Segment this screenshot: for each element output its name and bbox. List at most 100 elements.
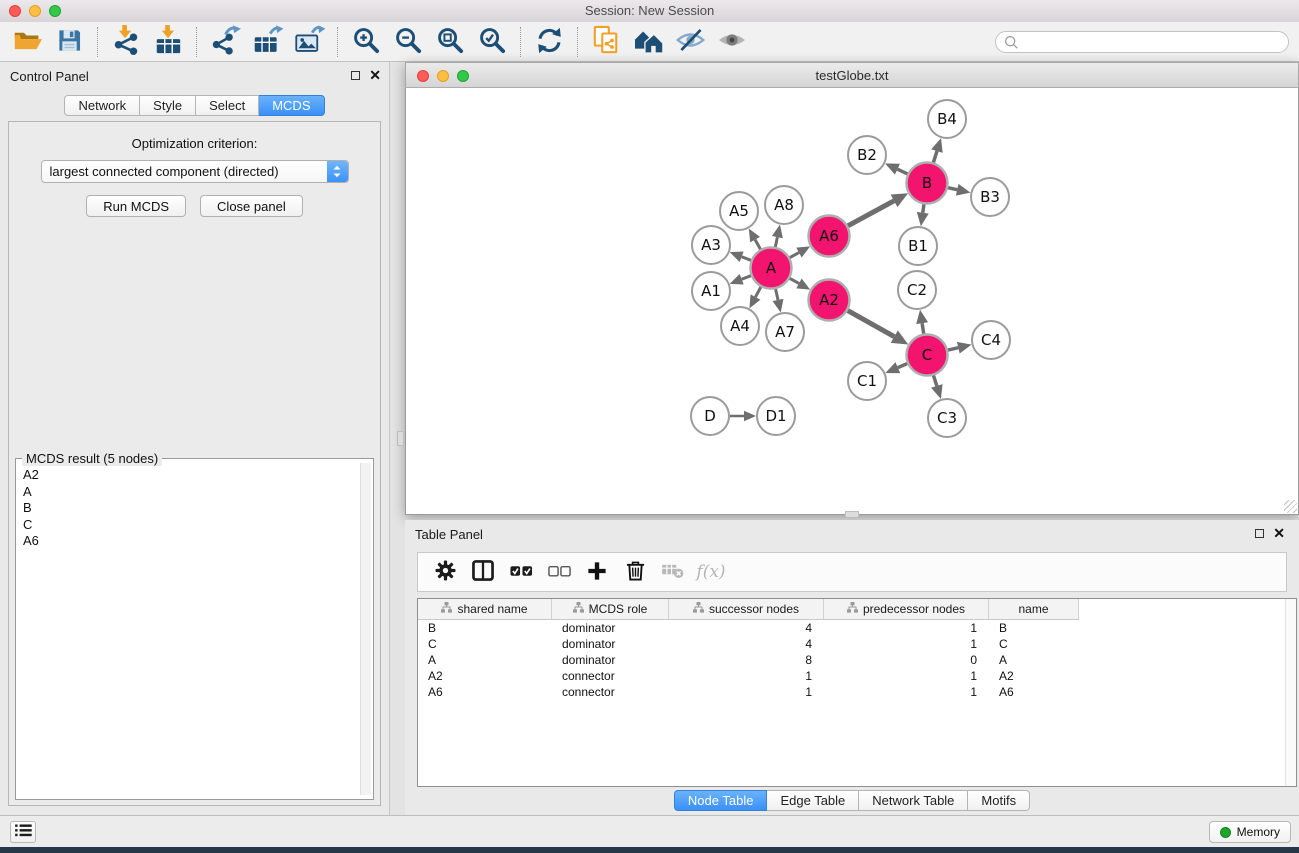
table-cell[interactable]: 4 (669, 637, 824, 651)
deselect-all-button[interactable] (540, 556, 578, 588)
column-header-successor-nodes[interactable]: successor nodes (669, 599, 824, 620)
table-cell[interactable]: 8 (669, 653, 824, 667)
table-cell[interactable]: B (418, 621, 552, 635)
column-header-predecessor-nodes[interactable]: predecessor nodes (824, 599, 989, 620)
column-layout-button[interactable] (464, 556, 502, 588)
graph-node-C3[interactable]: C3 (928, 399, 966, 437)
graph-edge-A-A8[interactable] (772, 225, 783, 247)
graph-node-B[interactable]: B (907, 163, 948, 204)
table-cell[interactable]: connector (552, 685, 669, 699)
criterion-select[interactable]: largest connected component (directed) (41, 160, 349, 183)
table-cell[interactable]: A6 (989, 685, 1079, 699)
task-history-button[interactable] (10, 821, 36, 843)
table-cell[interactable]: 1 (669, 669, 824, 683)
network-window-titlebar[interactable]: testGlobe.txt (405, 62, 1299, 88)
table-cell[interactable]: A (989, 653, 1079, 667)
horizontal-splitter-handle[interactable] (845, 511, 859, 518)
graph-node-A7[interactable]: A7 (766, 313, 804, 351)
tab-select[interactable]: Select (196, 95, 259, 116)
graph-node-A3[interactable]: A3 (692, 226, 730, 264)
graph-edge-A-A6[interactable] (790, 246, 810, 257)
graph-node-A4[interactable]: A4 (721, 307, 759, 345)
column-header-shared-name[interactable]: shared name (418, 599, 552, 620)
graph-edge-C-C3[interactable] (931, 375, 942, 398)
graph-node-D[interactable]: D (691, 397, 729, 435)
table-cell[interactable]: 1 (824, 637, 989, 651)
tab-motifs[interactable]: Motifs (968, 790, 1030, 811)
graph-node-A5[interactable]: A5 (720, 192, 758, 230)
delete-column-button[interactable] (616, 556, 654, 588)
open-session-button[interactable] (6, 24, 48, 60)
table-cell[interactable]: 0 (824, 653, 989, 667)
select-all-button[interactable] (502, 556, 540, 588)
mcds-result-item[interactable]: A2 (23, 467, 354, 484)
hide-details-button[interactable] (669, 24, 711, 60)
graph-edge-B-B4[interactable] (931, 138, 942, 162)
save-session-button[interactable] (48, 24, 90, 60)
column-header-name[interactable]: name (989, 599, 1079, 620)
graph-edge-C-C1[interactable] (885, 362, 907, 373)
float-panel-icon[interactable] (351, 71, 360, 80)
graph-edge-B-B2[interactable] (885, 163, 907, 174)
table-cell[interactable]: dominator (552, 653, 669, 667)
graph-node-C2[interactable]: C2 (898, 271, 936, 309)
refresh-button[interactable] (528, 24, 570, 60)
zoom-out-button[interactable] (387, 24, 429, 60)
table-cell[interactable]: A2 (989, 669, 1079, 683)
import-table-button[interactable] (147, 24, 189, 60)
graph-node-A2[interactable]: A2 (809, 280, 850, 321)
graph-node-A8[interactable]: A8 (765, 186, 803, 224)
graph-edge-A2-C[interactable] (848, 311, 909, 345)
column-header-mcds-role[interactable]: MCDS role (552, 599, 669, 620)
table-row[interactable]: A6connector11A6 (418, 684, 1296, 700)
graph-edge-A-A7[interactable] (773, 289, 784, 312)
mcds-result-item[interactable]: A (23, 484, 354, 501)
table-cell[interactable]: A6 (418, 685, 552, 699)
tab-network-table[interactable]: Network Table (859, 790, 968, 811)
table-cell[interactable]: B (989, 621, 1079, 635)
table-cell[interactable]: C (989, 637, 1079, 651)
export-network-button[interactable] (204, 24, 246, 60)
function-builder-button[interactable]: f(x) (692, 556, 730, 588)
graph-edge-A6-B[interactable] (848, 193, 908, 226)
show-details-button[interactable] (711, 24, 753, 60)
graph-edge-C-C4[interactable] (948, 342, 972, 354)
add-column-button[interactable] (578, 556, 616, 588)
mcds-result-item[interactable]: B (23, 500, 354, 517)
homes-button[interactable] (627, 24, 669, 60)
float-table-panel-icon[interactable] (1255, 529, 1264, 538)
zoom-selected-button[interactable] (471, 24, 513, 60)
graph-edge-B-B1[interactable] (917, 204, 929, 226)
table-row[interactable]: Cdominator41C (418, 636, 1296, 652)
tab-node-table[interactable]: Node Table (674, 790, 768, 811)
graph-edge-C-C2[interactable] (916, 310, 928, 334)
delete-table-button[interactable] (654, 556, 692, 588)
table-cell[interactable]: dominator (552, 621, 669, 635)
run-mcds-button[interactable]: Run MCDS (86, 195, 186, 217)
search-input[interactable] (1023, 34, 1280, 50)
tab-network[interactable]: Network (64, 95, 140, 116)
mcds-result-item[interactable]: C (23, 517, 354, 534)
table-cell[interactable]: C (418, 637, 552, 651)
table-row[interactable]: Bdominator41B (418, 620, 1296, 636)
new-network-from-selection-button[interactable] (585, 24, 627, 60)
graph-node-B4[interactable]: B4 (928, 100, 966, 138)
graph-node-B2[interactable]: B2 (848, 136, 886, 174)
graph-edge-B-B3[interactable] (948, 184, 970, 196)
graph-node-A1[interactable]: A1 (692, 272, 730, 310)
graph-node-A6[interactable]: A6 (809, 216, 850, 257)
vertical-splitter-handle[interactable] (397, 431, 404, 446)
table-scrollbar[interactable] (1285, 599, 1296, 786)
table-cell[interactable]: 1 (824, 685, 989, 699)
table-cell[interactable]: dominator (552, 637, 669, 651)
close-table-panel-icon[interactable]: ✕ (1273, 527, 1285, 539)
network-graph[interactable]: B4B2BB3A8A5A6A3B1AA1C2A2A4A7C4CC1DD1C3 (406, 88, 1298, 514)
import-network-button[interactable] (105, 24, 147, 60)
tab-style[interactable]: Style (140, 95, 196, 116)
table-cell[interactable]: 4 (669, 621, 824, 635)
graph-node-C4[interactable]: C4 (972, 321, 1010, 359)
graph-node-B3[interactable]: B3 (971, 178, 1009, 216)
mcds-result-item[interactable]: A6 (23, 533, 354, 550)
window-resize-handle[interactable] (1284, 500, 1297, 513)
attribute-settings-button[interactable] (426, 556, 464, 588)
